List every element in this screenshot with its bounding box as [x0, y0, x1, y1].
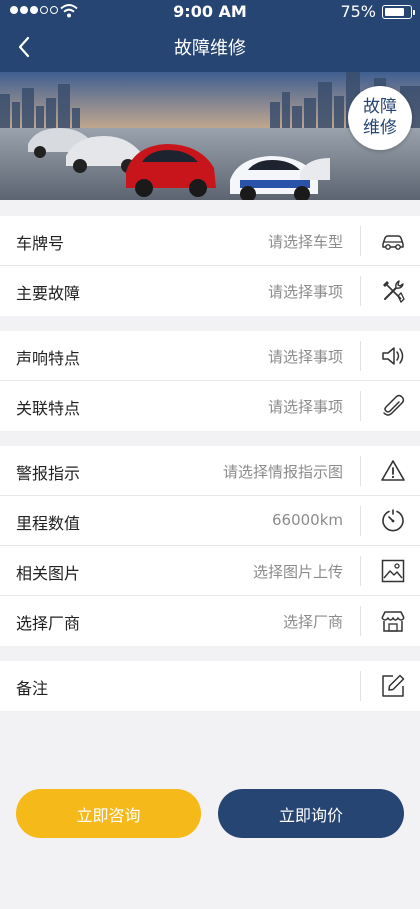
form-row-vendor[interactable]: 选择厂商 选择厂商: [0, 596, 420, 646]
field-value[interactable]: 请选择车型: [268, 231, 343, 252]
field-label: 声响特点: [16, 349, 81, 368]
field-label: 相关图片: [16, 564, 81, 583]
battery-icon: [382, 5, 415, 19]
page-title: 故障维修: [174, 38, 246, 59]
field-value[interactable]: 选择厂商: [283, 611, 343, 632]
field-label: 车牌号: [16, 234, 65, 253]
car-icon[interactable]: [380, 228, 406, 254]
navigation-bar: 故障维修: [0, 22, 420, 72]
form-row-sound[interactable]: 声响特点 请选择事项: [0, 331, 420, 381]
field-label: 选择厂商: [16, 614, 81, 633]
form-row-main-fault[interactable]: 主要故障 请选择事项: [0, 266, 420, 316]
field-value[interactable]: 请选择事项: [268, 396, 343, 417]
battery-percentage: 75%: [340, 2, 376, 21]
form-group-characteristics: 声响特点 请选择事项 关联特点 请选择事项: [0, 331, 420, 431]
field-label: 里程数值: [16, 514, 81, 533]
field-value[interactable]: 请选择情报指示图: [223, 461, 343, 482]
field-value[interactable]: 请选择事项: [268, 281, 343, 302]
form-row-notes[interactable]: 备注: [0, 661, 420, 711]
form-row-plate[interactable]: 车牌号 请选择车型: [0, 216, 420, 266]
field-label: 关联特点: [16, 399, 81, 418]
form-row-related[interactable]: 关联特点 请选择事项: [0, 381, 420, 431]
field-value[interactable]: 请选择事项: [268, 346, 343, 367]
banner-badge: 故障 维修: [348, 86, 412, 150]
tools-icon[interactable]: [380, 278, 406, 304]
image-icon[interactable]: [380, 558, 406, 584]
store-icon[interactable]: [380, 608, 406, 634]
form-row-photos[interactable]: 相关图片 选择图片上传: [0, 546, 420, 596]
paperclip-icon[interactable]: [380, 393, 406, 419]
field-label: 警报指示: [16, 464, 81, 483]
consult-now-button[interactable]: 立即咨询: [16, 789, 201, 838]
field-value[interactable]: 选择图片上传: [253, 561, 343, 582]
form-row-alarm[interactable]: 警报指示 请选择情报指示图: [0, 446, 420, 496]
warning-icon[interactable]: [380, 458, 406, 484]
field-label: 备注: [16, 679, 49, 698]
field-label: 主要故障: [16, 284, 81, 303]
form-group-details: 警报指示 请选择情报指示图 里程数值 66000km 相关图片 选择图片上传 选…: [0, 446, 420, 646]
edit-icon[interactable]: [380, 673, 406, 699]
quote-now-button[interactable]: 立即询价: [218, 789, 404, 838]
form-group-notes: 备注: [0, 661, 420, 711]
field-value[interactable]: 66000km: [272, 511, 343, 529]
form-row-mileage[interactable]: 里程数值 66000km: [0, 496, 420, 546]
form-group-vehicle: 车牌号 请选择车型 主要故障 请选择事项: [0, 216, 420, 316]
speaker-icon[interactable]: [380, 343, 406, 369]
banner-image: 故障 维修: [0, 72, 420, 200]
status-bar: 9:00 AM 75%: [0, 0, 420, 22]
gauge-icon[interactable]: [380, 508, 406, 534]
